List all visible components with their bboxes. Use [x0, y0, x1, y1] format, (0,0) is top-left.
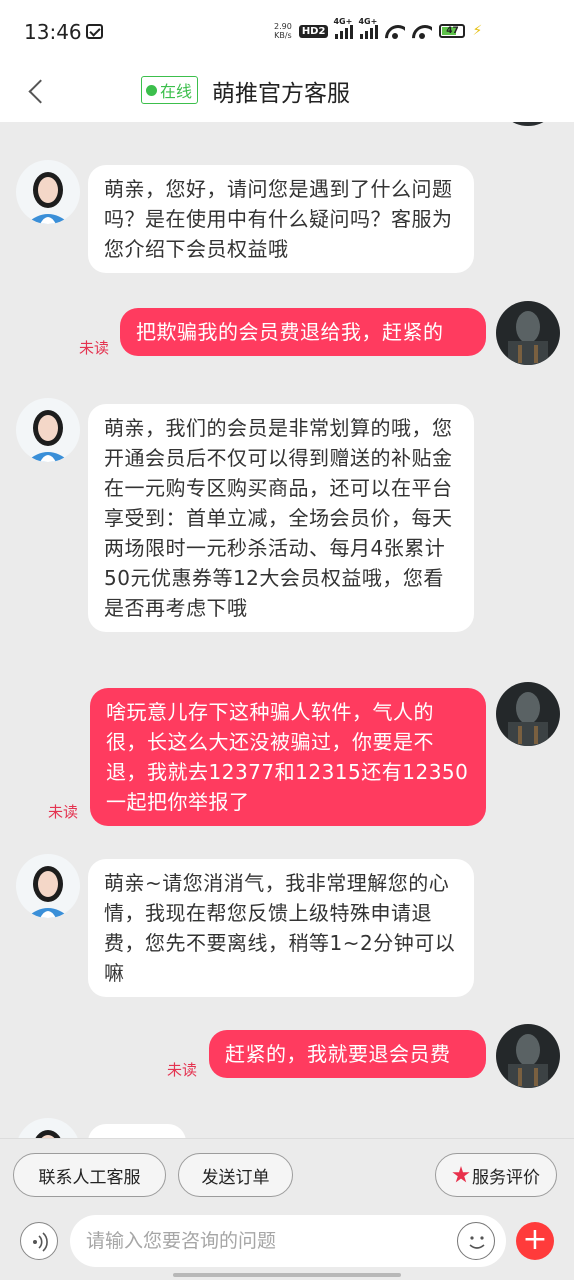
chat-header: 在线 萌推官方客服	[0, 62, 574, 122]
message-bubble-user: 啥玩意儿存下这种骗人软件，气人的很，长这么大还没被骗过，你要是不退，我就去123…	[90, 688, 486, 826]
page-title: 萌推官方客服	[212, 81, 350, 107]
net-speed: 2.90 KB/s	[274, 22, 292, 40]
charging-icon: ⚡	[472, 23, 483, 39]
plus-icon[interactable]: +	[516, 1222, 554, 1260]
message-bubble-agent: 萌亲，我们的会员是非常划算的哦，您开通会员后不仅可以得到赠送的补贴金在一元购专区…	[88, 404, 474, 632]
rate-service-label: 服务评价	[472, 1167, 540, 1188]
emoji-icon[interactable]	[457, 1222, 495, 1260]
input-bar: +	[0, 1210, 574, 1280]
signal-label: 4G+	[333, 17, 353, 26]
user-avatar[interactable]	[496, 122, 560, 126]
battery-level: 47	[446, 26, 459, 36]
wifi-icon	[385, 23, 405, 39]
message-bubble-user: 把欺骗我的会员费退给我，赶紧的	[120, 308, 486, 356]
agent-avatar[interactable]	[16, 160, 80, 224]
star-icon	[452, 1166, 470, 1183]
wifi-icon	[412, 23, 432, 39]
message-bubble-user: 赶紧的，我就要退会员费	[209, 1030, 486, 1078]
user-avatar[interactable]	[496, 682, 560, 746]
message-bubble-agent: 萌亲，您好，请问您是遇到了什么问题吗？是在使用中有什么疑问吗？客服为您介绍下会员…	[88, 165, 474, 273]
agent-avatar[interactable]	[16, 1118, 80, 1138]
message-notification-icon	[86, 24, 103, 39]
online-badge: 在线	[141, 76, 199, 104]
message-input[interactable]	[70, 1215, 506, 1267]
agent-avatar[interactable]	[16, 398, 80, 462]
signal-icon: 4G+	[333, 17, 354, 39]
home-indicator	[173, 1273, 401, 1277]
chat-list[interactable]: 萌亲，您好，请问您是遇到了什么问题吗？是在使用中有什么疑问吗？客服为您介绍下会员…	[0, 122, 574, 1138]
signal-label: 4G+	[358, 17, 378, 26]
user-avatar[interactable]	[496, 301, 560, 365]
agent-avatar[interactable]	[16, 854, 80, 918]
back-chevron-icon[interactable]	[24, 78, 48, 106]
status-bar: 13:46 2.90 KB/s HD2 4G+ 4G+ 47 ⚡	[0, 0, 574, 62]
status-indicators: 2.90 KB/s HD2 4G+ 4G+ 47 ⚡	[274, 17, 483, 40]
voice-icon[interactable]	[20, 1222, 58, 1260]
user-avatar[interactable]	[496, 1024, 560, 1088]
unread-status: 未读	[79, 339, 110, 357]
net-speed-unit: KB/s	[274, 31, 292, 40]
status-time: 13:46	[24, 20, 82, 44]
hd-icon: HD2	[298, 24, 329, 38]
rate-service-button[interactable]: 服务评价	[435, 1153, 557, 1197]
send-order-button[interactable]: 发送订单	[178, 1153, 293, 1197]
net-speed-value: 2.90	[274, 22, 292, 31]
contact-agent-button[interactable]: 联系人工客服	[13, 1153, 166, 1197]
quick-action-bar: 联系人工客服 发送订单 服务评价	[0, 1138, 574, 1210]
unread-status: 未读	[167, 1061, 198, 1079]
signal-icon: 4G+	[358, 17, 379, 39]
unread-status: 未读	[48, 803, 79, 821]
message-bubble-agent-partial	[88, 1124, 186, 1138]
battery-icon: 47	[439, 24, 466, 38]
online-dot-icon	[146, 84, 157, 96]
online-label: 在线	[160, 82, 193, 101]
message-bubble-agent: 萌亲~请您消消气，我非常理解您的心情，我现在帮您反馈上级特殊申请退费，您先不要离…	[88, 859, 474, 997]
